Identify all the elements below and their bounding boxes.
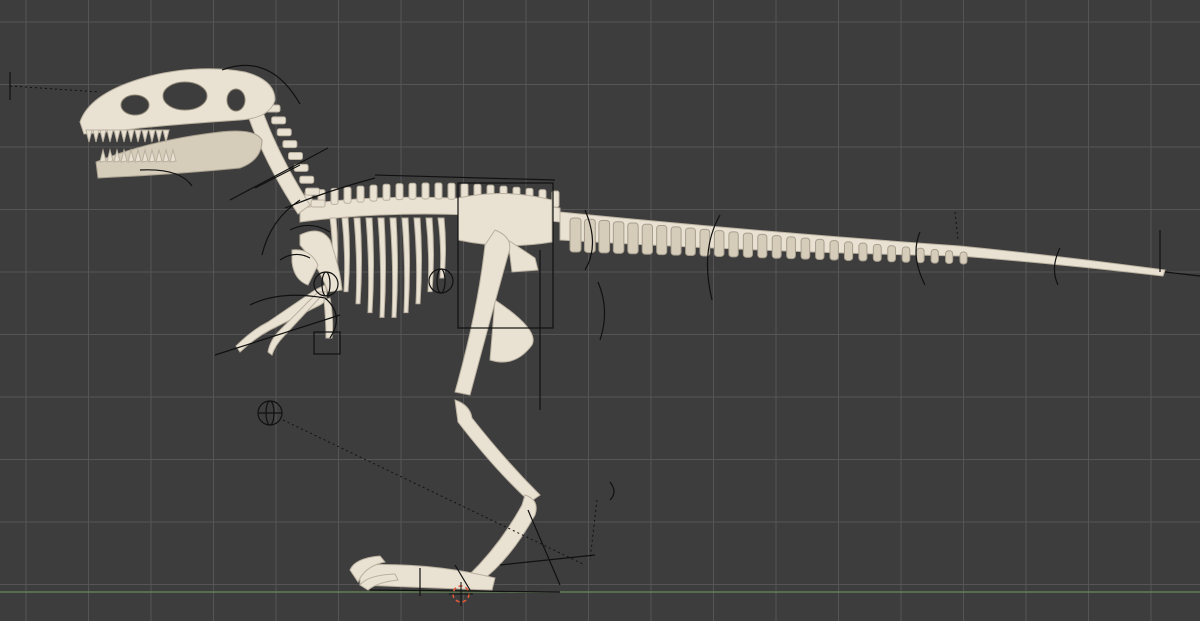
ribcage[interactable]	[329, 217, 446, 318]
3d-viewport[interactable]	[0, 0, 1200, 621]
forelimb[interactable]	[235, 230, 343, 356]
skull[interactable]	[79, 68, 276, 179]
upper-teeth	[85, 129, 170, 143]
empty-sphere-icon[interactable]	[257, 400, 283, 426]
viewport-canvas[interactable]	[0, 0, 1200, 621]
